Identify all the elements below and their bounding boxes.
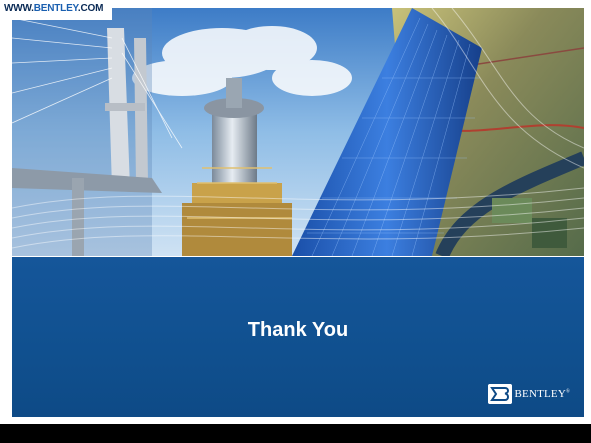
header-photo-collage xyxy=(12,8,584,256)
collage-illustration xyxy=(12,8,584,256)
bottom-bar xyxy=(0,424,591,443)
url-suffix: .COM xyxy=(77,3,104,14)
logo-wordmark: BENTLEY xyxy=(514,388,566,400)
logo-trademark: ® xyxy=(566,389,570,395)
bentley-logo: BENTLEY® xyxy=(488,383,570,405)
url-tab: WWW.BENTLEY.COM xyxy=(0,0,112,20)
bentley-logo-icon xyxy=(488,384,513,404)
url-prefix: WWW. xyxy=(4,3,34,14)
slide-title: Thank You xyxy=(247,319,349,341)
url-brand: BENTLEY xyxy=(33,3,78,14)
presentation-slide: WWW.BENTLEY.COM Thank You BENTLEY® xyxy=(0,0,591,443)
title-banner: Thank You BENTLEY® xyxy=(12,257,584,417)
website-url: WWW.BENTLEY.COM xyxy=(4,3,103,14)
logo-text: BENTLEY® xyxy=(514,388,570,400)
